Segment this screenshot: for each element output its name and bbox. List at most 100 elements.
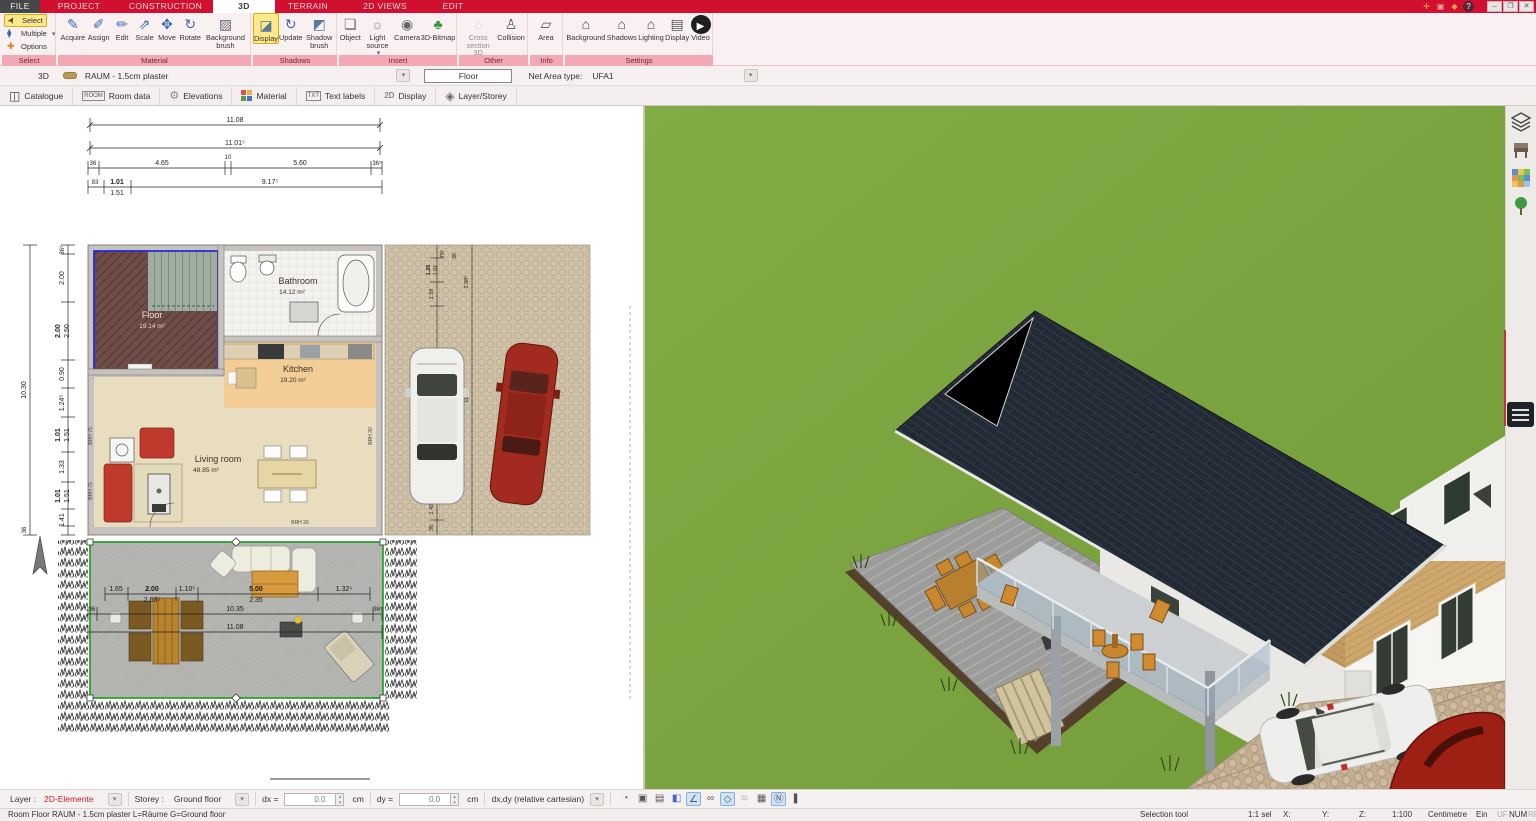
video-button[interactable]: Video — [690, 13, 711, 42]
tools-icon[interactable] — [1421, 1, 1432, 12]
tab-project[interactable]: PROJECT — [40, 0, 118, 13]
tab-edit[interactable]: EDIT — [429, 0, 477, 13]
options-button[interactable]: Options — [4, 40, 50, 53]
shadow-brush-button[interactable]: Shadow brush — [302, 13, 336, 49]
tab-construction[interactable]: CONSTRUCTION — [118, 0, 213, 13]
terrace-plan[interactable]: 1.65 2.00 2.63⁵ 1.10⁵ 5.00 2.35 1.32⁵ 36… — [58, 537, 417, 732]
grid-icon[interactable]: ▦ — [754, 792, 769, 806]
edit-button[interactable]: Edit — [112, 13, 132, 42]
acquire-button[interactable]: Acquire — [60, 13, 85, 42]
tab-2d-views[interactable]: 2D VIEWS — [341, 0, 429, 13]
north-toggle-icon[interactable]: Ⓝ — [771, 792, 787, 806]
room-material-value[interactable]: RAUM - 1.5cm plaster — [85, 71, 169, 81]
display-settings-button[interactable]: Display — [665, 13, 689, 42]
camera-button[interactable]: Camera — [394, 13, 420, 42]
tab-file[interactable]: FILE — [0, 0, 40, 13]
svg-text:0.90: 0.90 — [59, 367, 66, 381]
tree-icon — [428, 15, 448, 34]
move-button[interactable]: Move — [157, 13, 177, 42]
dx-input[interactable] — [284, 792, 337, 806]
floor-button[interactable]: Floor — [424, 68, 513, 83]
light-source-button[interactable]: Light source — [361, 13, 393, 57]
lighting-button[interactable]: Lighting — [638, 13, 664, 42]
layers-stack-icon[interactable] — [1510, 111, 1532, 133]
help-icon[interactable] — [1463, 1, 1474, 12]
room-material-dropdown[interactable]: ▾ — [396, 69, 411, 82]
restore-button[interactable] — [1503, 1, 1518, 12]
cursor-icon — [8, 15, 19, 26]
text-labels-button[interactable]: TXT Text labels — [297, 86, 376, 105]
multiple-button[interactable]: Multiple — [4, 27, 58, 40]
shadows-update-button[interactable]: Update — [279, 13, 303, 42]
object-button[interactable]: Object — [340, 13, 361, 42]
plan-scrollbar[interactable] — [270, 778, 370, 780]
layer-dropdown[interactable]: ▾ — [107, 792, 122, 806]
viewport-3d[interactable] — [645, 106, 1506, 796]
net-area-value[interactable]: UFA1 — [592, 71, 613, 81]
dy-input[interactable] — [399, 792, 452, 806]
dy-spinner[interactable]: ▴ ▾ — [451, 792, 460, 806]
layer-storey-button[interactable]: Layer/Storey — [436, 86, 517, 105]
plan-2d-viewport[interactable]: 11.08 11.01⁵ 36 4.65 10 5.60 36⁵ 83 1.01… — [0, 106, 643, 789]
elevations-button[interactable]: Elevations — [160, 86, 233, 105]
2d-display-button[interactable]: 2D Display — [375, 86, 437, 105]
svg-text:Kitchen: Kitchen — [283, 364, 313, 374]
svg-text:1.10⁵: 1.10⁵ — [179, 586, 196, 593]
material-palette-icon[interactable] — [1510, 167, 1532, 189]
dx-spinner[interactable]: ▴ ▾ — [336, 792, 345, 806]
tab-terrain[interactable]: TERRAIN — [275, 0, 341, 13]
angle-snap-icon[interactable]: ∠ — [686, 792, 702, 806]
north-arrow — [32, 535, 48, 575]
minimize-button[interactable] — [1487, 1, 1502, 12]
status-z: Z: — [1359, 810, 1367, 819]
tab-3d[interactable]: 3D — [213, 0, 275, 13]
driveway-plan[interactable]: 79⁵ 36 1.26 1.01 1.59 2.98⁵ 2.01 2.26 1.… — [384, 244, 591, 536]
layers-snap-icon: ≋ — [740, 793, 749, 804]
status-scale[interactable]: 1:100 — [1392, 809, 1412, 821]
display-icon — [667, 15, 687, 34]
snap-diamond-icon[interactable]: ◇ — [720, 792, 736, 806]
panel-handle[interactable] — [1507, 402, 1534, 427]
printer-icon[interactable]: ▤ — [652, 792, 667, 806]
coord-mode[interactable]: dx,dy (relative cartesian) — [491, 794, 584, 804]
svg-text:10.35: 10.35 — [226, 606, 244, 613]
assign-button[interactable]: Assign — [88, 13, 110, 42]
svg-text:1.01: 1.01 — [433, 265, 439, 276]
background-brush-button[interactable]: Background brush — [203, 13, 247, 49]
background-button[interactable]: Background — [566, 13, 605, 42]
furniture-icon[interactable] — [1510, 139, 1532, 161]
palette-icon[interactable] — [1435, 1, 1446, 12]
collision-button[interactable]: Collision — [497, 13, 525, 42]
select-button[interactable]: Select — [4, 14, 47, 27]
room-data-button[interactable]: ROOM Room data — [73, 86, 161, 105]
settings-shadows-button[interactable]: Shadows — [607, 13, 637, 42]
history-icon[interactable]: ◔ — [618, 792, 633, 806]
net-area-dropdown[interactable]: ▾ — [743, 69, 758, 82]
view-glasses-icon[interactable]: ∞ — [703, 792, 718, 806]
storey-value[interactable]: Ground floor — [174, 794, 221, 804]
shadow-brush-icon — [309, 15, 329, 34]
bitmap-3d-button[interactable]: 3D-Bitmap — [421, 13, 455, 42]
svg-text:83: 83 — [92, 180, 99, 186]
status-ein: Ein — [1476, 810, 1488, 819]
shadows-display-button[interactable]: Display — [253, 13, 279, 44]
status-unit[interactable]: Centimetre — [1428, 809, 1467, 821]
plants-icon[interactable] — [1510, 195, 1532, 217]
ribbon-group-shadows: Display Update Shadow brush Shadows — [253, 13, 337, 66]
storey-dropdown[interactable]: ▾ — [235, 792, 250, 806]
white-car-plan[interactable] — [405, 347, 469, 505]
scale-button[interactable]: Scale — [135, 13, 155, 42]
brush-icon[interactable] — [1449, 1, 1460, 12]
rotate-button[interactable]: Rotate — [179, 13, 201, 42]
color-mode-icon[interactable]: ◧ — [669, 792, 684, 806]
layer-value[interactable]: 2D-Elemente — [44, 794, 94, 804]
area-button[interactable]: Area — [536, 13, 556, 42]
svg-text:14.12 m²: 14.12 m² — [279, 289, 305, 296]
monitor-icon[interactable]: ▣ — [635, 792, 650, 806]
right-tool-strip — [1505, 106, 1536, 789]
svg-text:Floor: Floor — [142, 310, 163, 320]
catalogue-button[interactable]: Catalogue — [0, 86, 74, 105]
coord-mode-dropdown[interactable]: ▾ — [590, 792, 605, 806]
material-button[interactable]: Material — [232, 86, 297, 105]
close-button[interactable] — [1519, 1, 1534, 12]
